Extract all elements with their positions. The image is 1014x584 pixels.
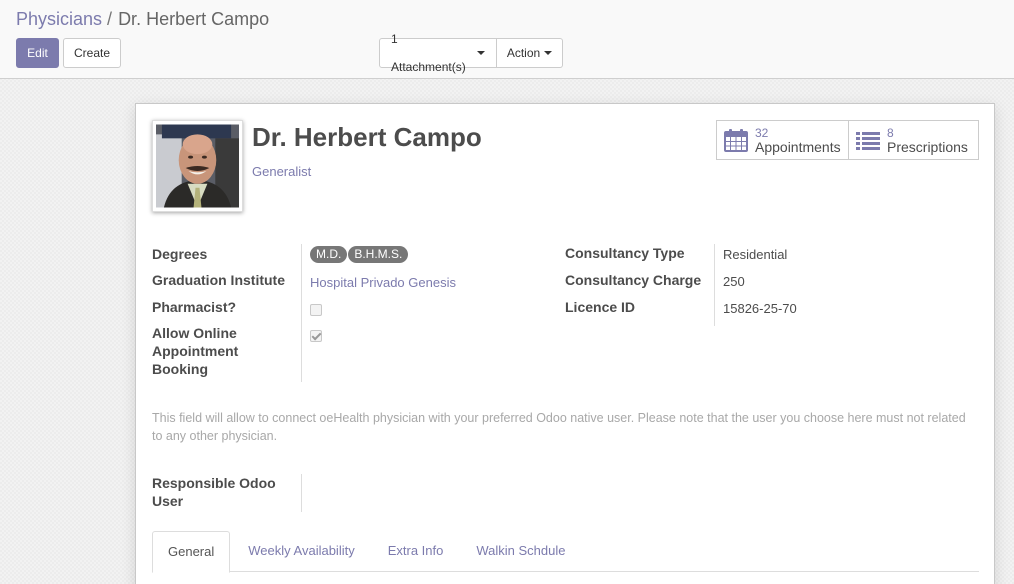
tab-walkin-schedule[interactable]: Walkin Schdule (461, 531, 580, 572)
list-icon (856, 132, 880, 150)
online-booking-checkbox[interactable] (310, 330, 322, 342)
pharmacist-checkbox[interactable] (310, 304, 322, 316)
consultancy-charge-value: 250 (723, 274, 745, 289)
breadcrumb: Physicians / Dr. Herbert Campo (16, 9, 269, 30)
control-panel: Physicians / Dr. Herbert Campo Edit Create… (0, 0, 1014, 79)
consultancy-charge-label: Consultancy Charge (565, 271, 715, 298)
degrees-value: M.D. B.H.M.S. (302, 244, 409, 271)
create-button[interactable]: Create (63, 38, 121, 68)
degree-tag[interactable]: M.D. (310, 246, 348, 263)
caret-down-icon (544, 51, 553, 55)
degrees-row: Degrees M.D. B.H.M.S. (152, 244, 456, 271)
pharmacist-value (302, 298, 322, 324)
licence-label: Licence ID (565, 298, 715, 326)
breadcrumb-separator: / (107, 9, 113, 29)
notebook-tabs: General Weekly Availability Extra Info W… (152, 531, 979, 573)
smart-buttons: 32 Appointments 8 Prescriptions (716, 120, 979, 160)
licence-value: 15826-25-70 (723, 301, 797, 316)
left-field-group: Degrees M.D. B.H.M.S. Graduation Institut… (152, 244, 456, 382)
attachments-label: 1 Attachment(s) (391, 32, 466, 74)
form-sheet: Dr. Herbert Campo Generalist 32 Appointm… (135, 103, 995, 584)
prescriptions-label: Prescriptions (887, 139, 968, 155)
tab-general[interactable]: General (152, 531, 231, 573)
consultancy-type-label: Consultancy Type (565, 244, 715, 271)
responsible-user-group: Responsible Odoo User (152, 474, 310, 512)
online-booking-label: Allow Online Appointment Booking (152, 324, 302, 382)
breadcrumb-current: Dr. Herbert Campo (118, 9, 270, 29)
online-booking-value (302, 324, 322, 382)
tab-weekly-availability[interactable]: Weekly Availability (233, 531, 369, 572)
consultancy-charge-row: Consultancy Charge 250 (565, 271, 797, 298)
degree-tag[interactable]: B.H.M.S. (348, 246, 409, 263)
graduation-value[interactable]: Hospital Privado Genesis (302, 271, 456, 298)
appointments-label: Appointments (755, 139, 841, 155)
calendar-icon (724, 129, 748, 152)
consultancy-type-row: Consultancy Type Residential (565, 244, 797, 271)
action-dropdown[interactable]: Action (497, 38, 563, 68)
prescriptions-count: 8 (887, 126, 894, 140)
action-label: Action (506, 46, 541, 60)
degrees-label: Degrees (152, 244, 302, 271)
responsible-user-help-text: This field will allow to connect oeHealt… (152, 411, 966, 443)
physician-name: Dr. Herbert Campo (252, 122, 482, 152)
sidebar-button-group: 1 Attachment(s) Action (379, 32, 563, 74)
graduation-row: Graduation Institute Hospital Privado Ge… (152, 271, 456, 298)
tab-extra-info[interactable]: Extra Info (373, 531, 459, 572)
licence-row: Licence ID 15826-25-70 (565, 298, 797, 326)
caret-down-icon (477, 51, 485, 55)
appointments-smart-button[interactable]: 32 Appointments (717, 121, 848, 159)
physician-photo-icon (156, 124, 239, 208)
responsible-user-row: Responsible Odoo User (152, 474, 310, 512)
consultancy-type-value: Residential (723, 247, 788, 262)
pharmacist-row: Pharmacist? (152, 298, 456, 324)
right-field-group: Consultancy Type Residential Consultancy… (565, 244, 797, 326)
physician-photo[interactable] (152, 120, 243, 212)
prescriptions-smart-button[interactable]: 8 Prescriptions (848, 121, 978, 159)
physician-specialty[interactable]: Generalist (252, 164, 311, 179)
responsible-user-label: Responsible Odoo User (152, 474, 302, 512)
attachments-dropdown[interactable]: 1 Attachment(s) (379, 32, 497, 74)
edit-button[interactable]: Edit (16, 38, 59, 68)
graduation-label: Graduation Institute (152, 271, 302, 298)
responsible-user-value[interactable] (302, 474, 310, 512)
appointments-count: 32 (755, 126, 769, 140)
online-booking-row: Allow Online Appointment Booking (152, 324, 456, 382)
breadcrumb-physicians-link[interactable]: Physicians (16, 9, 102, 29)
pharmacist-label: Pharmacist? (152, 298, 302, 324)
